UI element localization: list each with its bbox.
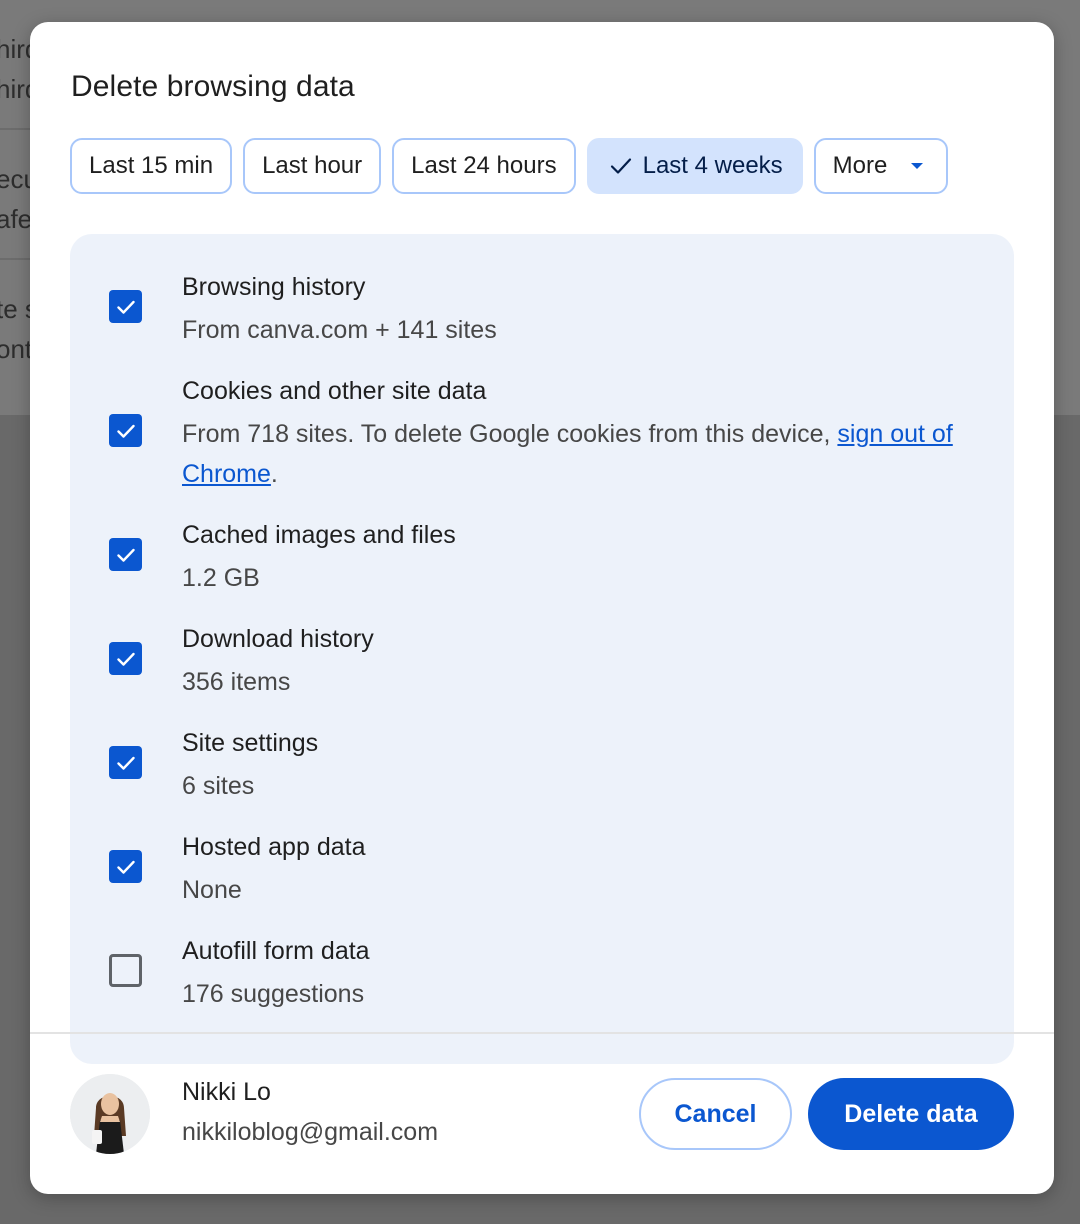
chip-label: More: [832, 152, 888, 179]
data-options-panel: Browsing history From canva.com + 141 si…: [70, 234, 1014, 1064]
option-text: Autofill form data 176 suggestions: [182, 934, 982, 1014]
option-subtitle: 176 suggestions: [182, 980, 365, 1008]
option-title: Cookies and other site data: [182, 377, 487, 405]
delete-browsing-data-dialog: Delete browsing data Last 15 min Last ho…: [30, 22, 1054, 1194]
hosted-app-data-checkbox[interactable]: [109, 850, 142, 883]
checkmark-icon: [116, 300, 135, 314]
chip-label: Last 15 min: [89, 152, 214, 179]
option-subtitle: 356 items: [182, 668, 291, 696]
option-title: Autofill form data: [182, 937, 370, 965]
chip-label: Last hour: [262, 152, 363, 179]
option-title: Download history: [182, 625, 374, 653]
option-text: Cached images and files 1.2 GB: [182, 518, 982, 598]
account-email: nikkiloblog@gmail.com: [182, 1118, 439, 1146]
option-subtitle: From canva.com + 141 sites: [182, 316, 497, 344]
option-subtitle: None: [182, 876, 242, 904]
option-text: Site settings 6 sites: [182, 726, 982, 806]
chip-last-24-hours[interactable]: Last 24 hours: [392, 138, 576, 194]
background-text: ont: [0, 334, 33, 364]
avatar: [70, 1074, 150, 1154]
account-name: Nikki Lo: [182, 1078, 271, 1106]
option-text: Browsing history From canva.com + 141 si…: [182, 270, 982, 350]
avatar-photo: [70, 1074, 150, 1154]
option-title: Hosted app data: [182, 833, 366, 861]
option-subtitle-end: .: [270, 460, 278, 488]
checkmark-icon: [116, 756, 135, 770]
checkmark-icon: [116, 548, 135, 562]
chip-last-hour[interactable]: Last hour: [243, 138, 382, 194]
footer-divider: [30, 1032, 1054, 1034]
option-title: Site settings: [182, 729, 319, 757]
option-text: Cookies and other site data From 718 sit…: [182, 374, 982, 494]
cookies-checkbox[interactable]: [109, 414, 142, 447]
chip-more-dropdown[interactable]: More: [813, 138, 949, 194]
checkmark-icon: [116, 860, 135, 874]
option-title: Browsing history: [182, 273, 366, 301]
chip-last-4-weeks[interactable]: Last 4 weeks: [586, 138, 803, 194]
download-history-checkbox[interactable]: [109, 642, 142, 675]
option-subtitle: 1.2 GB: [182, 564, 260, 592]
option-text: Download history 356 items: [182, 622, 982, 702]
checkmark-icon: [116, 424, 135, 438]
check-icon: [609, 154, 633, 178]
chip-label: Last 24 hours: [411, 152, 557, 179]
delete-data-button[interactable]: Delete data: [808, 1078, 1014, 1150]
option-subtitle: From 718 sites. To delete Google cookies…: [182, 414, 982, 494]
cancel-button[interactable]: Cancel: [639, 1078, 792, 1150]
caret-down-icon: [911, 163, 924, 169]
chip-last-15-min[interactable]: Last 15 min: [70, 138, 233, 194]
chip-label: Last 4 weeks: [642, 152, 783, 179]
site-settings-checkbox[interactable]: [109, 746, 142, 779]
dialog-title: Delete browsing data: [71, 70, 355, 103]
option-text: Hosted app data None: [182, 830, 982, 910]
option-title: Cached images and files: [182, 521, 456, 549]
option-subtitle-text: From 718 sites. To delete Google cookies…: [182, 420, 838, 448]
autofill-form-data-checkbox[interactable]: [109, 954, 142, 987]
time-range-chips: Last 15 min Last hour Last 24 hours Last…: [70, 138, 949, 194]
browsing-history-checkbox[interactable]: [109, 290, 142, 323]
cached-images-checkbox[interactable]: [109, 538, 142, 571]
option-subtitle: 6 sites: [182, 772, 255, 800]
background-text: afe: [0, 204, 33, 234]
checkmark-icon: [116, 652, 135, 666]
